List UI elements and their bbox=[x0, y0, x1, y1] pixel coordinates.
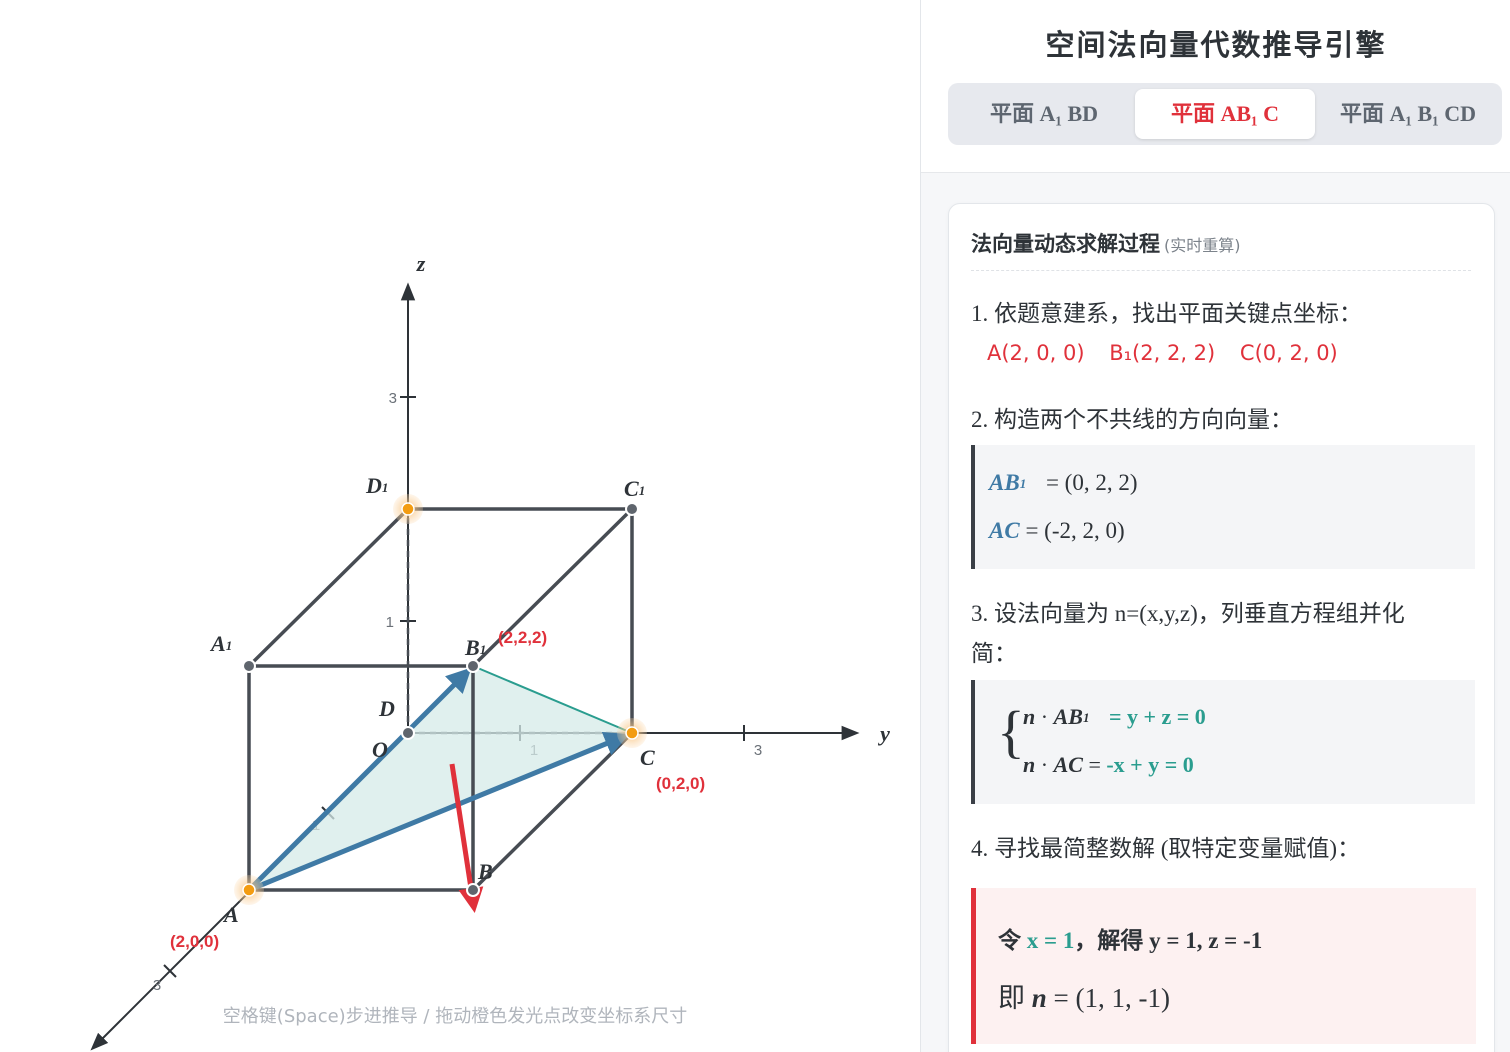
eq1-n: n bbox=[1023, 704, 1036, 729]
solve-text: ，解得 y = 1, z = -1 bbox=[1074, 928, 1263, 953]
vector-ab1-name: AB bbox=[989, 470, 1020, 495]
label-D: D bbox=[378, 696, 395, 721]
eq2-dot: · bbox=[1040, 752, 1049, 777]
solution-card: 法向量动态求解过程 (实时重算) 1. 依题意建系，找出平面关键点坐标： A(2,… bbox=[948, 203, 1495, 1052]
eq1-rhs: = y + z = 0 bbox=[1108, 704, 1206, 729]
derivation-panel: 空间法向量代数推导引擎 平面 A₁ BD 平面 AB₁ C 平面 A₁ B₁ C… bbox=[920, 0, 1510, 1052]
let-value: x = 1 bbox=[1026, 928, 1075, 953]
result-value: = (1, 1, -1) bbox=[1053, 983, 1170, 1013]
z-tick-1-label: 1 bbox=[386, 614, 394, 631]
y-axis-label: y bbox=[877, 721, 890, 746]
label-C1: C1 bbox=[624, 476, 645, 501]
equation-1: n · AB1 = y + z = 0 bbox=[1023, 704, 1206, 730]
eq2-rhs: -x + y = 0 bbox=[1106, 752, 1194, 777]
point-b1: B₁(2, 2, 2) bbox=[1109, 341, 1216, 365]
label-B: B bbox=[477, 859, 493, 884]
card-title-text: 法向量动态求解过程 bbox=[971, 232, 1160, 256]
z-axis-label: z bbox=[416, 251, 426, 276]
label-C: C bbox=[640, 745, 655, 770]
vertex-C1 bbox=[625, 502, 639, 516]
point-c: C(0, 2, 0) bbox=[1239, 341, 1338, 365]
step-1: 1. 依题意建系，找出平面关键点坐标： bbox=[971, 301, 1362, 326]
step-4: 4. 寻找最简整数解 (取特定变量赋值)： bbox=[971, 836, 1361, 861]
label-B1: B1 bbox=[464, 635, 486, 660]
draggable-handle-C[interactable] bbox=[617, 718, 647, 748]
vector-ac-line: AC = (-2, 2, 0) bbox=[989, 518, 1125, 544]
eq2-vec: AC bbox=[1053, 752, 1083, 777]
z-tick-3-label: 3 bbox=[389, 390, 397, 407]
draggable-handle-A[interactable] bbox=[234, 875, 264, 905]
result-n: n bbox=[1031, 983, 1047, 1013]
eq1-dot: · bbox=[1040, 704, 1049, 729]
label-A: A bbox=[222, 902, 239, 927]
draggable-handle-D1[interactable] bbox=[393, 494, 423, 524]
card-subtitle: (实时重算) bbox=[1164, 236, 1241, 255]
vertex-A1 bbox=[242, 659, 256, 673]
coord-label-C: (0,2,0) bbox=[656, 774, 705, 793]
assignment-line: 令 x = 1，解得 y = 1, z = -1 bbox=[998, 921, 1262, 955]
tab-plane-ab1c[interactable]: 平面 AB₁ C bbox=[1135, 89, 1315, 139]
result-prefix: 即 bbox=[998, 983, 1025, 1013]
label-O: O bbox=[372, 737, 388, 762]
vertex-B bbox=[466, 883, 480, 897]
result-line: 即 n = (1, 1, -1) bbox=[998, 976, 1170, 1015]
vector-ab1-sub: 1 bbox=[1019, 476, 1027, 491]
keyboard-hint: 空格键(Space)步进推导 / 拖动橙色发光点改变坐标系尺寸 bbox=[222, 1006, 688, 1027]
vector-ab1-value: = (0, 2, 2) bbox=[1045, 470, 1138, 495]
step-2: 2. 构造两个不共线的方向向量： bbox=[971, 407, 1293, 432]
tab-plane-a1b1cd[interactable]: 平面 A₁ B₁ CD bbox=[1316, 89, 1500, 139]
label-A1: A1 bbox=[209, 631, 232, 656]
tab-plane-a1bd[interactable]: 平面 A₁ BD bbox=[954, 89, 1134, 139]
coordinate-canvas[interactable]: 1 3 1 3 1 3 z y bbox=[0, 0, 920, 1052]
key-points: A(2, 0, 0) B₁(2, 2, 2) C(0, 2, 0) bbox=[987, 341, 1356, 365]
vertex-O bbox=[401, 726, 415, 740]
eq2-eq: = bbox=[1088, 752, 1101, 777]
coord-label-B1: (2,2,2) bbox=[498, 628, 547, 647]
point-a: A(2, 0, 0) bbox=[987, 341, 1085, 365]
solution-box: 令 x = 1，解得 y = 1, z = -1 即 n = (1, 1, -1… bbox=[971, 888, 1476, 1044]
equation-brace: { bbox=[997, 699, 1025, 764]
label-D1: D1 bbox=[365, 473, 388, 498]
y-tick-3-label: 3 bbox=[754, 742, 762, 759]
cube-diagram: 1 3 1 3 1 3 z y bbox=[90, 251, 890, 1051]
vector-ac-value: = (-2, 2, 0) bbox=[1025, 518, 1125, 543]
panel-header: 空间法向量代数推导引擎 平面 A₁ BD 平面 AB₁ C 平面 A₁ B₁ C… bbox=[921, 0, 1510, 173]
eq2-n: n bbox=[1023, 752, 1036, 777]
plane-tabs: 平面 A₁ BD 平面 AB₁ C 平面 A₁ B₁ CD bbox=[948, 83, 1502, 145]
eq1-sub: 1 bbox=[1082, 710, 1090, 725]
panel-title: 空间法向量代数推导引擎 bbox=[1045, 28, 1387, 62]
vector-ab1-line: AB1 = (0, 2, 2) bbox=[989, 470, 1137, 496]
let-prefix: 令 bbox=[998, 928, 1021, 953]
vector-ac-name: AC bbox=[989, 518, 1020, 543]
equations-box: { n · AB1 = y + z = 0 n · AC = -x + y = … bbox=[971, 680, 1475, 804]
vertex-B1 bbox=[466, 659, 480, 673]
card-divider bbox=[971, 270, 1471, 271]
step-3: 3. 设法向量为 n=(x,y,z)，列垂直方程组并化简： bbox=[971, 601, 1405, 666]
card-title: 法向量动态求解过程 (实时重算) bbox=[971, 228, 1241, 258]
coord-label-A: (2,0,0) bbox=[170, 932, 219, 951]
vectors-box: AB1 = (0, 2, 2) AC = (-2, 2, 0) bbox=[971, 445, 1475, 569]
equation-2: n · AC = -x + y = 0 bbox=[1023, 752, 1194, 778]
x-tick-3-label: 3 bbox=[153, 977, 161, 994]
eq1-vec: AB bbox=[1053, 704, 1083, 729]
